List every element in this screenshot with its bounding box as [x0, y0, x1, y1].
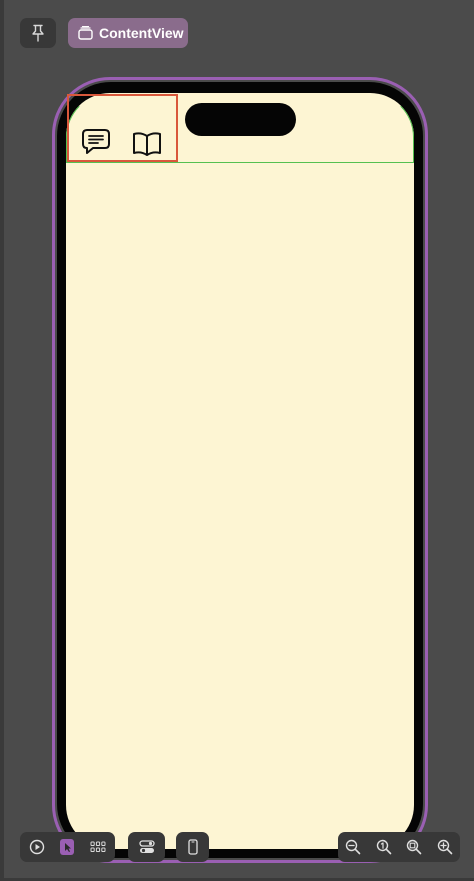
selectable-mode-icon — [65, 843, 72, 852]
panel-divider — [0, 0, 4, 881]
breadcrumb-label: ContentView — [99, 25, 184, 41]
preview-canvas: ContentView — [0, 0, 474, 881]
zoom-in-button[interactable] — [434, 836, 456, 858]
book-icon[interactable] — [132, 131, 162, 157]
zoom-to-fit-icon — [407, 839, 422, 855]
pin-icon — [32, 24, 44, 42]
preview-mode-group — [20, 832, 115, 862]
device-picker-button[interactable] — [176, 832, 209, 862]
zoom-controls-group — [338, 832, 460, 862]
live-preview-button[interactable] — [26, 836, 48, 858]
live-preview-icon — [29, 839, 45, 855]
zoom-actual-size-button[interactable] — [373, 836, 395, 858]
device-icon — [187, 839, 198, 855]
pin-preview-button[interactable] — [20, 18, 56, 48]
device-screen[interactable] — [66, 93, 414, 849]
selectable-mode-button[interactable] — [60, 839, 75, 855]
variants-grid-icon — [90, 841, 106, 852]
variants-button[interactable] — [87, 836, 109, 858]
zoom-to-fit-button[interactable] — [403, 836, 425, 858]
zoom-out-button[interactable] — [342, 836, 364, 858]
chat-bubble-icon[interactable] — [81, 128, 111, 156]
view-stack-icon — [78, 26, 93, 40]
device-settings-icon — [138, 840, 155, 853]
device-settings-button[interactable] — [128, 832, 165, 862]
content-view-breadcrumb[interactable]: ContentView — [68, 18, 188, 48]
zoom-actual-size-icon — [376, 839, 392, 855]
zoom-out-icon — [346, 839, 361, 855]
zoom-in-icon — [437, 839, 453, 855]
